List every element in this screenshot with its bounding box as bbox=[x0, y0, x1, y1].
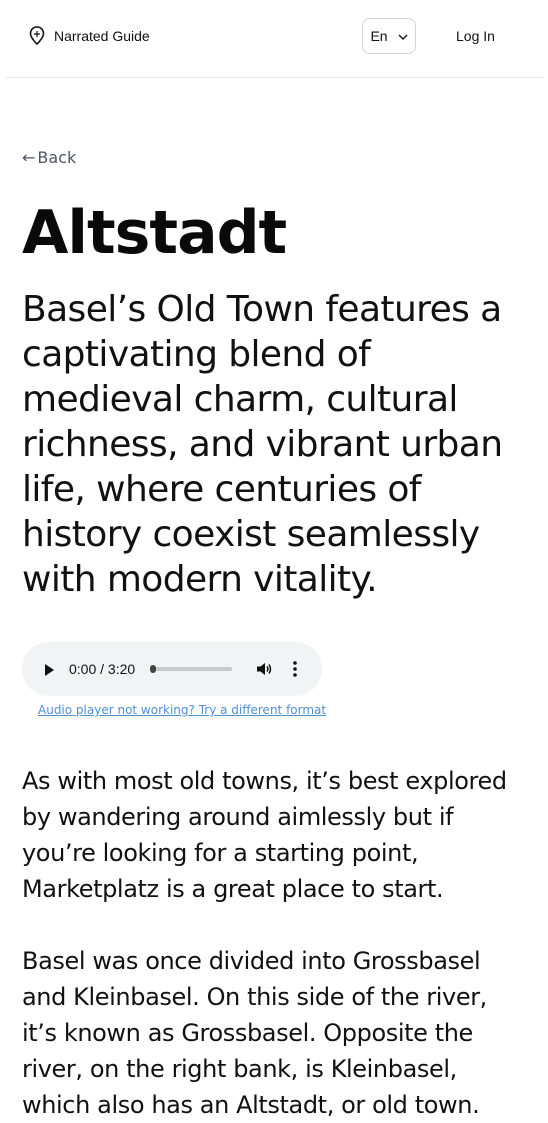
volume-icon[interactable] bbox=[255, 660, 273, 678]
brand-name: Narrated Guide bbox=[54, 28, 150, 44]
body-paragraph: As with most old towns, it’s best explor… bbox=[22, 767, 507, 903]
more-options-icon[interactable] bbox=[292, 659, 298, 679]
language-select[interactable]: En bbox=[362, 18, 416, 54]
arrow-left-icon: ← bbox=[22, 148, 36, 167]
audio-player: 0:00 / 3:20 bbox=[22, 642, 322, 696]
body-paragraph: Basel was once divided into Grossbasel a… bbox=[22, 947, 487, 1119]
lead-paragraph: Basel’s Old Town features a captivating … bbox=[22, 289, 503, 600]
chevron-down-icon bbox=[398, 28, 408, 44]
play-icon[interactable] bbox=[42, 662, 56, 676]
brand-logo[interactable]: Narrated Guide bbox=[28, 25, 150, 47]
login-button[interactable]: Log In bbox=[456, 28, 495, 44]
page-title: Altstadt bbox=[22, 198, 287, 268]
site-header: Narrated Guide En Log In bbox=[6, 0, 544, 78]
back-label: Back bbox=[37, 148, 77, 167]
audio-time: 0:00 / 3:20 bbox=[69, 661, 136, 677]
back-link[interactable]: ← Back bbox=[22, 148, 76, 167]
audio-progress-slider[interactable] bbox=[150, 665, 232, 673]
audio-fallback-link[interactable]: Audio player not working? Try a differen… bbox=[38, 703, 326, 717]
language-value: En bbox=[370, 28, 388, 44]
audio-progress-knob[interactable] bbox=[150, 665, 156, 673]
location-pin-icon bbox=[28, 25, 46, 47]
